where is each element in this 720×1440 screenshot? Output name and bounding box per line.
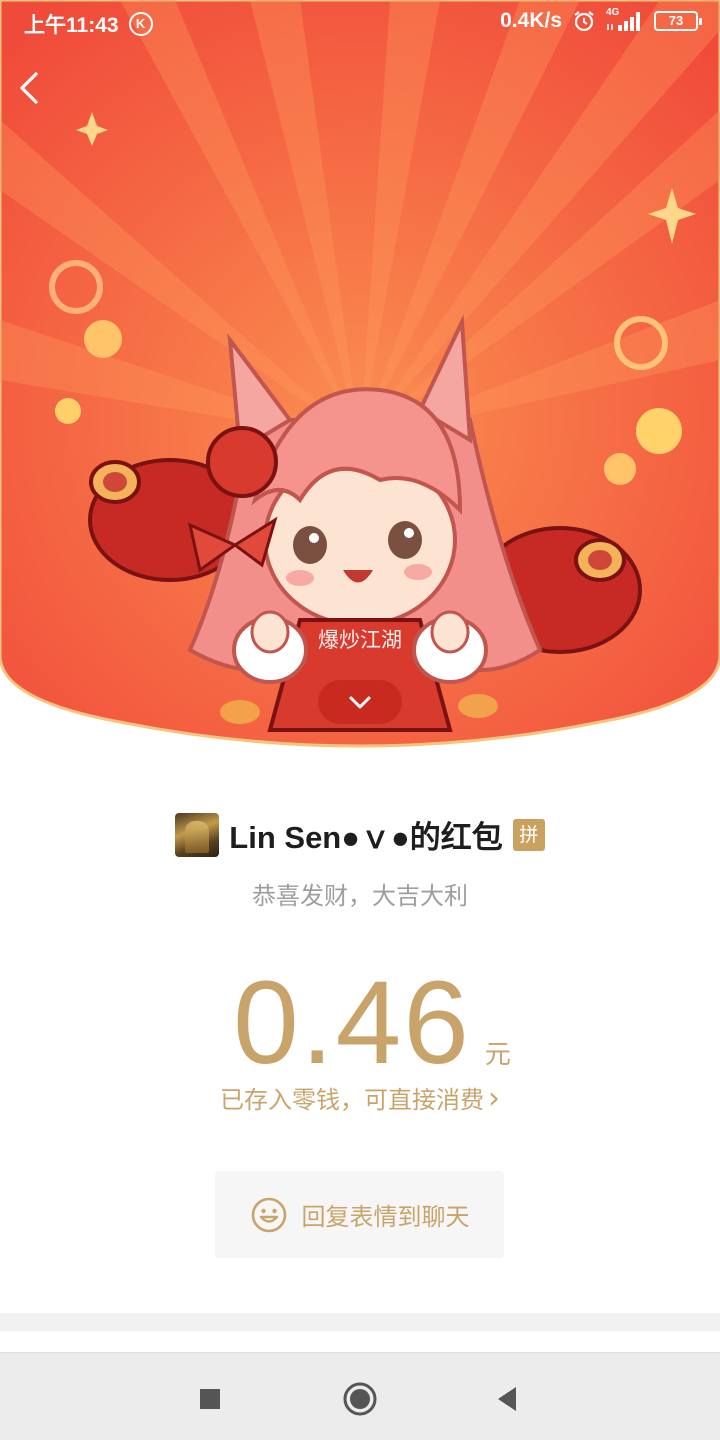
- sender-name: Lin Sen●ｖ●的红包: [229, 820, 503, 855]
- expand-button[interactable]: [318, 680, 402, 724]
- back-icon: [20, 72, 38, 104]
- recent-apps-button[interactable]: [188, 1377, 232, 1421]
- avatar[interactable]: [175, 812, 220, 857]
- amount-value: 0.46: [233, 957, 471, 1089]
- chevron-down-icon: [349, 696, 371, 709]
- saved-link-label: 已存入零钱，可直接消费: [220, 1086, 484, 1114]
- smiley-icon: [251, 1197, 286, 1232]
- pin-badge: 拼: [512, 818, 545, 851]
- status-time: 上午11:43: [24, 14, 119, 37]
- triangle-back-icon: [498, 1387, 516, 1411]
- reply-sticker-button[interactable]: 回复表情到聊天: [215, 1171, 504, 1258]
- signal-icon: [607, 12, 640, 31]
- red-packet-header: 上午11:43 K 0.4K/s 4G 73 爆炒江湖: [0, 0, 720, 760]
- square-icon: [200, 1389, 220, 1409]
- section-divider: [0, 1313, 720, 1331]
- amount-unit: 元: [484, 1040, 511, 1070]
- home-button[interactable]: [338, 1377, 382, 1421]
- reply-sticker-label: 回复表情到聊天: [301, 1203, 470, 1231]
- sender-row: Lin Sen●ｖ●的红包 拼: [0, 812, 720, 857]
- saved-to-wallet-link[interactable]: 已存入零钱，可直接消费 ›: [0, 1080, 720, 1115]
- circle-icon: [343, 1382, 377, 1416]
- alarm-icon: [574, 11, 594, 32]
- status-bar: 上午11:43 K 0.4K/s 4G 73: [0, 0, 720, 44]
- net-speed: 0.4K/s: [500, 9, 562, 32]
- channel-label: 爆炒江湖: [318, 628, 402, 652]
- k-badge-icon: K: [128, 12, 153, 36]
- chevron-right-icon: ›: [488, 1081, 500, 1116]
- system-nav-bar: [0, 1352, 720, 1440]
- blessing-text: 恭喜发财，大吉大利: [252, 882, 468, 910]
- back-button[interactable]: [10, 66, 50, 110]
- amount-row: 0.46 元: [0, 955, 720, 1091]
- battery-icon: 73: [654, 11, 702, 31]
- back-nav-button[interactable]: [486, 1377, 530, 1421]
